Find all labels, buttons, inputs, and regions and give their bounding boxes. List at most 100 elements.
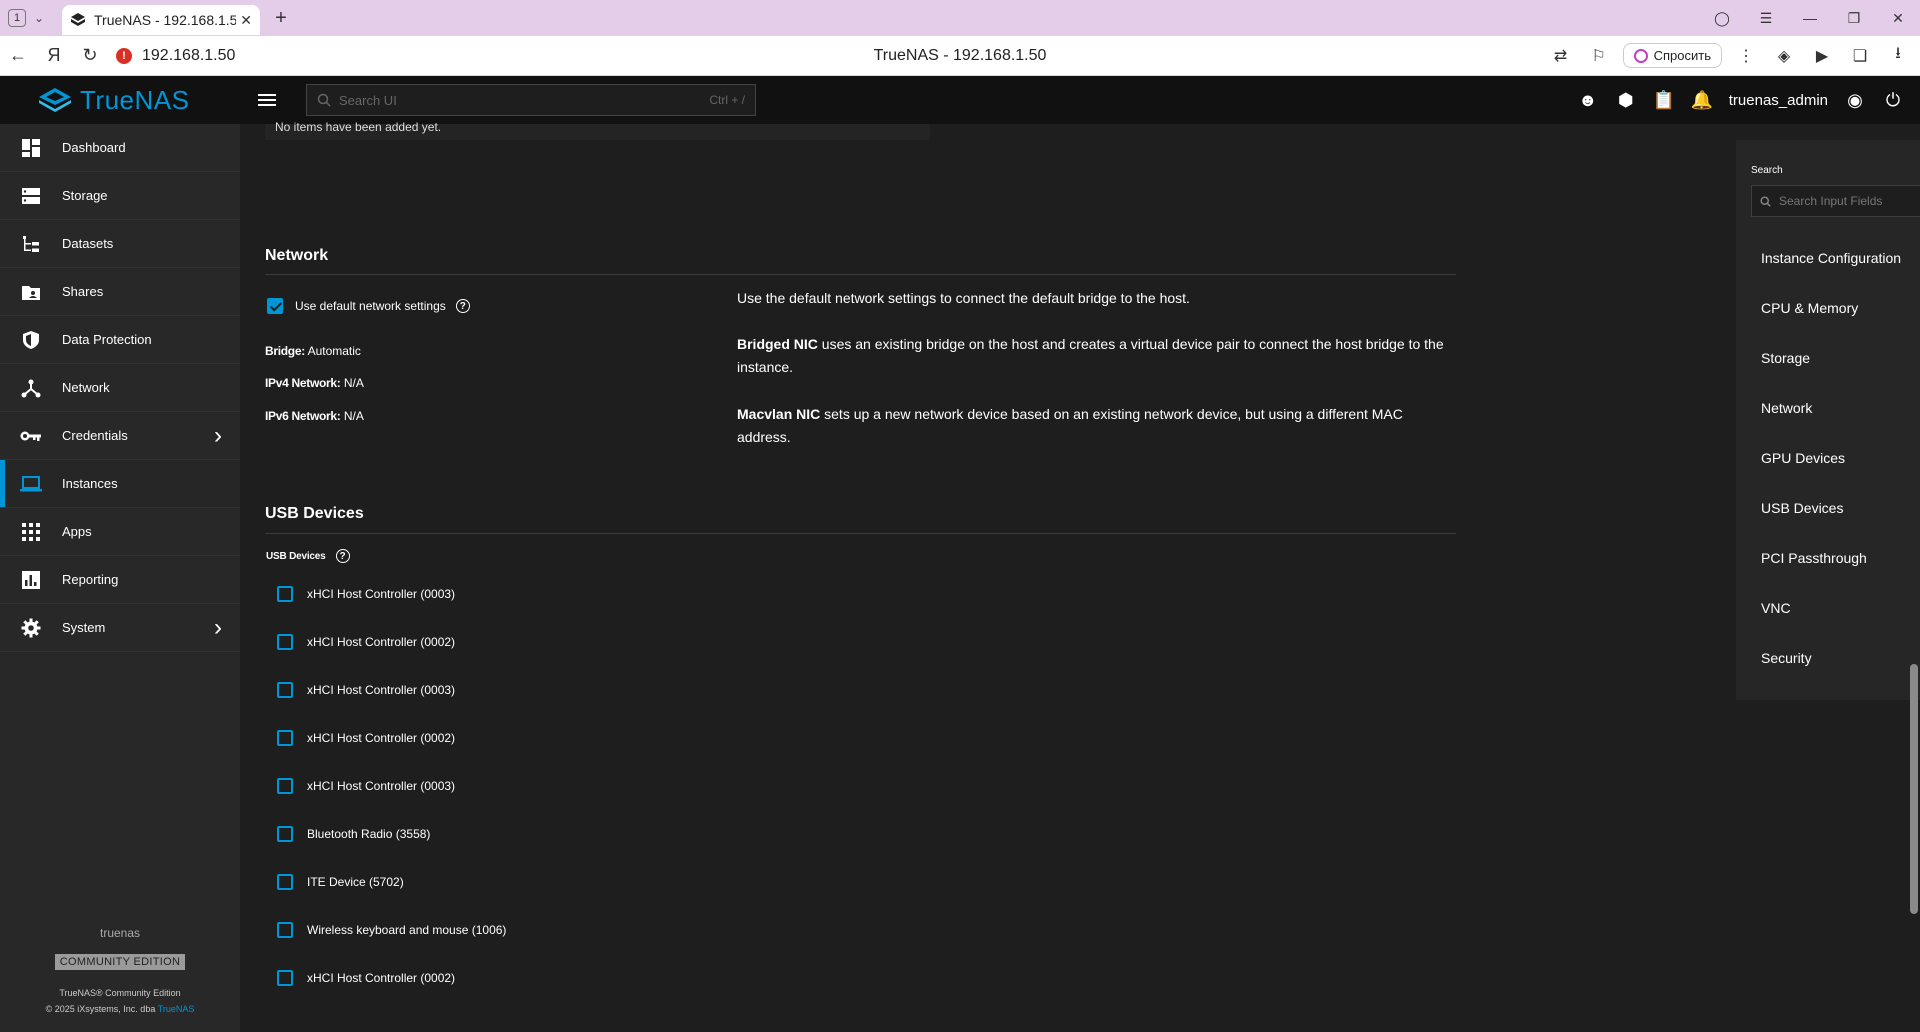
usb-device-checkbox[interactable] [277,826,293,842]
sidebar-item-reporting[interactable]: Reporting [0,556,240,604]
play-icon[interactable]: ▶ [1808,46,1836,66]
section-link-cpu-memory[interactable]: CPU & Memory [1761,300,1858,316]
bridge-value: Automatic [307,344,361,358]
section-search-input[interactable]: Search Input Fields [1751,185,1920,217]
sidebar-item-label: Credentials [62,428,128,443]
account-circle-icon[interactable]: ◉ [1844,89,1866,111]
section-link-vnc[interactable]: VNC [1761,600,1791,616]
sidebar: Dashboard Storage Datasets Shares Data Prote… [0,124,240,1032]
page-scrollbar[interactable] [1910,664,1918,914]
section-link-gpu-devices[interactable]: GPU Devices [1761,450,1845,466]
section-link-usb-devices[interactable]: USB Devices [1761,500,1843,516]
extension-icon[interactable]: ◈ [1770,46,1798,66]
use-default-network-checkbox[interactable] [267,298,283,314]
search-icon [1760,195,1771,207]
usb-device-checkbox[interactable] [277,874,293,890]
sidebar-item-label: Apps [62,524,92,539]
usb-device-checkbox[interactable] [277,634,293,650]
tab-counter[interactable]: 1 [8,9,26,27]
menu-toggle-icon[interactable] [258,94,288,106]
url-field[interactable]: ! 192.168.1.50 [116,47,235,65]
usb-device-option[interactable]: Bluetooth Radio (3558) [277,826,430,842]
username[interactable]: truenas_admin [1729,92,1828,109]
usb-device-label: Bluetooth Radio (3558) [307,827,431,841]
new-tab-icon[interactable]: + [270,7,292,29]
sidebar-item-dashboard[interactable]: Dashboard [0,124,240,172]
section-link-instance-configuration[interactable]: Instance Configuration [1761,250,1901,266]
usb-device-option[interactable]: xHCI Host Controller (0003) [277,682,455,698]
section-link-security[interactable]: Security [1761,650,1812,666]
more-vert-icon[interactable]: ⋮ [1732,46,1760,66]
usb-device-label: xHCI Host Controller (0002) [307,971,456,985]
global-search-input[interactable]: Search UI Ctrl + / [306,84,756,116]
sidebar-item-credentials[interactable]: Credentials › [0,412,240,460]
sidebar-item-apps[interactable]: Apps [0,508,240,556]
usb-device-option[interactable]: ITE Device (5702) [277,874,404,890]
section-link-network[interactable]: Network [1761,400,1812,416]
sidebar-item-data-protection[interactable]: Data Protection [0,316,240,364]
bookmark-icon[interactable]: ⚐ [1585,46,1613,66]
feedback-smile-icon[interactable]: ☻ [1577,89,1599,111]
window-controls: ◯ ☰ — ❐ ✕ [1700,0,1920,36]
usb-device-checkbox[interactable] [277,730,293,746]
minimize-icon[interactable]: — [1788,10,1832,26]
usb-device-checkbox[interactable] [277,682,293,698]
apps-icon [20,521,42,543]
usb-device-checkbox[interactable] [277,778,293,794]
reload-icon[interactable]: ↻ [72,45,108,66]
sidebar-item-label: Reporting [62,572,119,587]
section-link-pci-passthrough[interactable]: PCI Passthrough [1761,550,1867,566]
sidebar-item-system[interactable]: System › [0,604,240,652]
close-window-icon[interactable]: ✕ [1876,10,1920,27]
browser-tab[interactable]: TrueNAS - 192.168.1.50 ✕ [62,5,260,35]
section-search-placeholder: Search Input Fields [1779,194,1883,208]
insecure-warning-icon[interactable]: ! [116,47,132,64]
usb-device-option[interactable]: xHCI Host Controller (0003) [277,586,455,602]
notifications-bell-icon[interactable]: 🔔 [1691,89,1713,111]
sidebar-item-network[interactable]: Network [0,364,240,412]
yandex-icon[interactable]: Я [36,45,72,66]
sidebar-item-label: System [62,620,106,635]
truecommand-icon[interactable]: ⬢ [1615,89,1637,111]
sidebar-item-instances[interactable]: Instances [0,460,240,508]
power-icon[interactable]: ⏻ [1882,89,1904,111]
usb-device-option[interactable]: xHCI Host Controller (0002) [277,970,455,986]
jobs-clipboard-icon[interactable]: 📋 [1653,89,1675,111]
sidebar-item-datasets[interactable]: Datasets [0,220,240,268]
copyright-link[interactable]: TrueNAS [158,1004,195,1014]
usb-device-checkbox[interactable] [277,586,293,602]
ask-button[interactable]: Спросить [1622,43,1722,68]
copyright-text: © 2025 iXsystems, Inc. dba [45,1004,156,1014]
profile-icon[interactable]: ◯ [1700,10,1744,27]
close-tab-icon[interactable]: ✕ [240,12,252,29]
usb-device-option[interactable]: xHCI Host Controller (0003) [277,778,455,794]
sidebar-footer: truenas COMMUNITY EDITION TrueNAS® Commu… [0,926,240,1032]
restore-icon[interactable]: ❐ [1832,10,1876,27]
usb-device-option[interactable]: Wireless keyboard and mouse (1006) [277,922,506,938]
tab-list-chevron-icon[interactable]: ⌄ [34,11,54,25]
help-icon[interactable]: ? [455,299,470,313]
ipv4-value: N/A [343,376,364,390]
bridged-nic-term: Bridged NIC [737,336,818,352]
network-icon [20,377,42,399]
section-link-storage[interactable]: Storage [1761,350,1810,366]
usb-device-checkbox[interactable] [277,970,293,986]
usb-device-checkbox[interactable] [277,922,293,938]
back-icon[interactable]: ← [0,45,36,66]
usb-devices-label: USB Devices [266,550,326,562]
usb-device-option[interactable]: xHCI Host Controller (0002) [277,634,455,650]
usb-device-option[interactable]: xHCI Host Controller (0002) [277,730,455,746]
sidebar-item-storage[interactable]: Storage [0,172,240,220]
collections-icon[interactable]: ❏ [1846,46,1874,66]
url-text: 192.168.1.50 [142,46,236,64]
truenas-logo[interactable]: TrueNAS [0,85,240,116]
sidebar-item-shares[interactable]: Shares [0,268,240,316]
help-icon[interactable]: ? [335,549,350,563]
menu-icon[interactable]: ☰ [1744,10,1788,27]
download-icon[interactable]: ⭳ [1884,42,1912,69]
usb-device-label: Wireless keyboard and mouse (1006) [307,923,507,937]
app-header: TrueNAS Search UI Ctrl + / ☻ ⬢ 📋 🔔 truen… [0,76,1920,124]
sidebar-item-label: Datasets [62,236,114,251]
translate-icon[interactable]: ⇄ [1547,46,1575,66]
usb-device-label: xHCI Host Controller (0003) [307,587,456,601]
